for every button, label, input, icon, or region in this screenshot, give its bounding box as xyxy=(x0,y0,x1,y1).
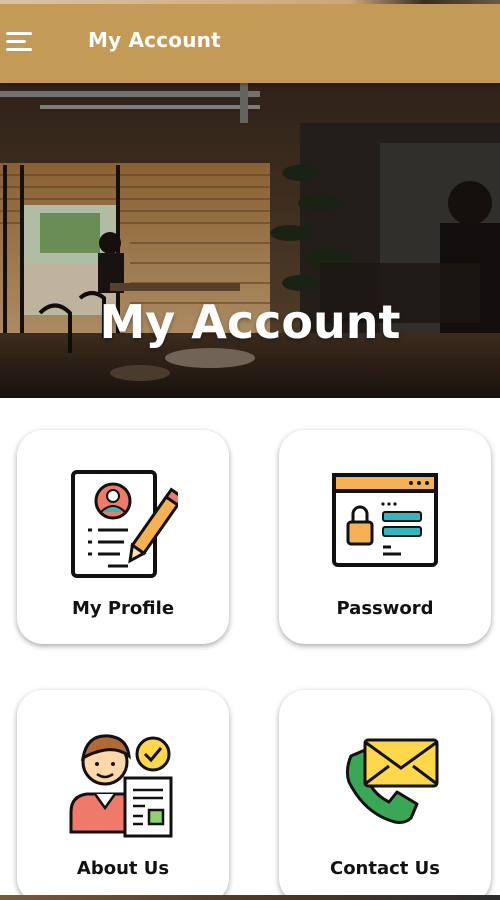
about-us-label: About Us xyxy=(76,858,170,879)
contact-us-tile[interactable]: Contact Us xyxy=(279,690,491,900)
my-profile-label: My Profile xyxy=(71,598,175,619)
about-person-icon xyxy=(67,728,179,844)
phone-envelope-icon xyxy=(329,736,441,832)
password-tile[interactable]: Password xyxy=(279,430,491,644)
bottom-edge-strip xyxy=(0,895,500,900)
about-us-tile[interactable]: About Us xyxy=(17,690,229,900)
profile-document-icon xyxy=(68,468,185,584)
hero-banner: My Account xyxy=(0,83,500,398)
app-bar: My Account xyxy=(0,0,500,83)
my-profile-tile[interactable]: My Profile xyxy=(17,430,229,644)
cafe-interior-photo xyxy=(0,83,500,398)
password-label: Password xyxy=(336,598,434,619)
status-strip xyxy=(0,0,500,4)
contact-us-label: Contact Us xyxy=(329,858,440,879)
password-window-icon xyxy=(331,472,439,572)
page-title: My Account xyxy=(88,28,221,52)
hamburger-menu-icon[interactable] xyxy=(6,32,36,54)
hero-title: My Account xyxy=(99,295,401,349)
